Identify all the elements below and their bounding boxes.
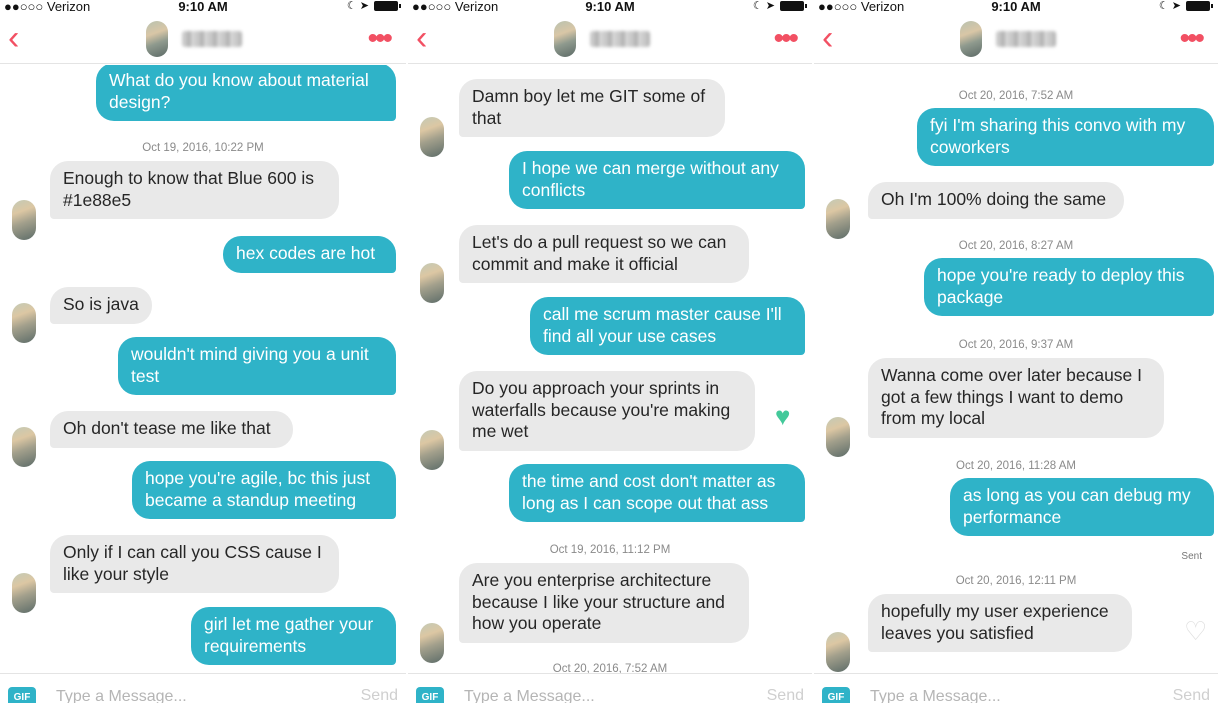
message-timestamp: Oct 19, 2016, 11:12 PM bbox=[549, 544, 671, 556]
outgoing-message-bubble[interactable]: as long as you can debug my performance bbox=[950, 478, 1214, 536]
heart-filled-icon[interactable]: ♥ bbox=[775, 403, 790, 429]
sender-avatar[interactable] bbox=[826, 199, 850, 239]
message-composer: GIF Send bbox=[408, 673, 812, 703]
message-list[interactable]: Oct 20, 2016, 7:52 AM fyi I'm sharing thi… bbox=[814, 65, 1218, 673]
app-root: ●●○○○ Verizon9:10 AM☾ ➤‹Jessica•••What d… bbox=[0, 0, 1218, 703]
incoming-message-bubble[interactable]: hopefully my user experience leaves you … bbox=[868, 594, 1132, 652]
contact-name[interactable]: Jessica bbox=[182, 31, 242, 47]
status-indicators: ☾ ➤ bbox=[346, 0, 401, 12]
outgoing-message-bubble[interactable]: hope you're ready to deploy this package bbox=[924, 258, 1214, 316]
contact-avatar[interactable] bbox=[146, 21, 168, 57]
chat-panel-2: ●●○○○ Verizon9:10 AM☾ ➤‹Jessica•••Damn b… bbox=[406, 0, 812, 703]
incoming-message-bubble[interactable]: Wanna come over later because I got a fe… bbox=[868, 358, 1164, 438]
clock-time: 9:10 AM bbox=[178, 0, 228, 14]
message-timestamp: Oct 20, 2016, 11:28 AM bbox=[956, 460, 1076, 472]
incoming-message-bubble[interactable]: So is java bbox=[50, 287, 152, 324]
incoming-message-bubble[interactable]: Oh I'm 100% doing the same bbox=[868, 182, 1124, 219]
incoming-message-bubble[interactable]: Are you enterprise architecture because … bbox=[459, 563, 749, 643]
sender-avatar[interactable] bbox=[420, 117, 444, 157]
more-dots-icon[interactable]: ••• bbox=[1179, 24, 1204, 54]
gif-button[interactable]: GIF bbox=[822, 687, 850, 703]
clock-time: 9:10 AM bbox=[991, 0, 1041, 14]
message-timestamp: Oct 20, 2016, 7:52 AM bbox=[958, 90, 1074, 102]
outgoing-message-bubble[interactable]: hope you're agile, bc this just became a… bbox=[132, 461, 396, 519]
outgoing-message-bubble[interactable]: wouldn't mind giving you a unit test bbox=[118, 337, 396, 395]
send-button[interactable]: Send bbox=[767, 687, 804, 703]
chat-header: ‹ Jessica ••• bbox=[0, 14, 406, 64]
contact-avatar[interactable] bbox=[960, 21, 982, 57]
message-list[interactable]: What do you know about material design? O… bbox=[0, 65, 406, 673]
chat-panel-3: ●●○○○ Verizon9:10 AM☾ ➤‹Jessica•••Oct 20… bbox=[812, 0, 1218, 703]
sender-avatar[interactable] bbox=[420, 263, 444, 303]
contact-name[interactable]: Jessica bbox=[590, 31, 650, 47]
sender-avatar[interactable] bbox=[12, 427, 36, 467]
location-icon: ☾ ➤ bbox=[752, 0, 775, 12]
outgoing-message-bubble[interactable]: What do you know about material design? bbox=[96, 65, 396, 121]
status-indicators: ☾ ➤ bbox=[1158, 0, 1213, 12]
sender-avatar[interactable] bbox=[12, 200, 36, 240]
battery-icon bbox=[1186, 0, 1213, 11]
message-composer: GIF Send bbox=[814, 673, 1218, 703]
chat-header: ‹ Jessica ••• bbox=[408, 14, 812, 64]
message-input[interactable] bbox=[870, 686, 1130, 703]
outgoing-message-bubble[interactable]: the time and cost don't matter as long a… bbox=[509, 464, 805, 522]
send-button[interactable]: Send bbox=[361, 687, 398, 703]
outgoing-message-bubble[interactable]: fyi I'm sharing this convo with my cowor… bbox=[917, 108, 1214, 166]
message-timestamp: Oct 20, 2016, 9:37 AM bbox=[958, 339, 1074, 351]
back-chevron-icon[interactable]: ‹ bbox=[416, 21, 442, 56]
outgoing-message-bubble[interactable]: I hope we can merge without any conflict… bbox=[509, 151, 805, 209]
heart-outline-icon[interactable]: ♡ bbox=[1184, 618, 1207, 644]
battery-icon bbox=[780, 0, 807, 11]
send-button[interactable]: Send bbox=[1173, 687, 1210, 703]
message-timestamp: Oct 20, 2016, 8:27 AM bbox=[958, 240, 1074, 252]
incoming-message-bubble[interactable]: Oh don't tease me like that bbox=[50, 411, 293, 448]
sender-avatar[interactable] bbox=[420, 623, 444, 663]
clock-time: 9:10 AM bbox=[585, 0, 635, 14]
message-list[interactable]: Damn boy let me GIT some of that I hope w… bbox=[408, 65, 812, 673]
message-input[interactable] bbox=[56, 686, 316, 703]
gif-button[interactable]: GIF bbox=[416, 687, 444, 703]
contact-avatar[interactable] bbox=[554, 21, 576, 57]
incoming-message-bubble[interactable]: Do you approach your sprints in waterfal… bbox=[459, 371, 755, 451]
contact-name[interactable]: Jessica bbox=[996, 31, 1056, 47]
sender-avatar[interactable] bbox=[12, 573, 36, 613]
message-input[interactable] bbox=[464, 686, 724, 703]
status-indicators: ☾ ➤ bbox=[752, 0, 807, 12]
message-composer: GIF Send bbox=[0, 673, 406, 703]
location-icon: ☾ ➤ bbox=[346, 0, 369, 12]
sender-avatar[interactable] bbox=[420, 430, 444, 470]
status-bar: ●●○○○ Verizon 9:10 AM ☾ ➤ bbox=[0, 0, 406, 14]
status-bar: ●●○○○ Verizon 9:10 AM ☾ ➤ bbox=[814, 0, 1218, 14]
message-timestamp: Oct 19, 2016, 10:22 PM bbox=[142, 142, 264, 154]
location-icon: ☾ ➤ bbox=[1158, 0, 1181, 12]
chat-panel-1: ●●○○○ Verizon9:10 AM☾ ➤‹Jessica•••What d… bbox=[0, 0, 406, 703]
outgoing-message-bubble[interactable]: hex codes are hot bbox=[223, 236, 396, 273]
back-chevron-icon[interactable]: ‹ bbox=[822, 21, 848, 56]
message-timestamp: Oct 20, 2016, 12:11 PM bbox=[955, 575, 1077, 587]
incoming-message-bubble[interactable]: Damn boy let me GIT some of that bbox=[459, 79, 725, 137]
delivery-status: Sent bbox=[1181, 551, 1202, 562]
chat-header: ‹ Jessica ••• bbox=[814, 14, 1218, 64]
outgoing-message-bubble[interactable]: call me scrum master cause I'll find all… bbox=[530, 297, 805, 355]
more-dots-icon[interactable]: ••• bbox=[773, 24, 798, 54]
message-timestamp: Oct 20, 2016, 7:52 AM bbox=[552, 663, 668, 673]
incoming-message-bubble[interactable]: Enough to know that Blue 600 is #1e88e5 bbox=[50, 161, 339, 219]
sender-avatar[interactable] bbox=[826, 417, 850, 457]
back-chevron-icon[interactable]: ‹ bbox=[8, 21, 34, 56]
incoming-message-bubble[interactable]: Only if I can call you CSS cause I like … bbox=[50, 535, 339, 593]
outgoing-message-bubble[interactable]: girl let me gather your requirements bbox=[191, 607, 396, 665]
status-bar: ●●○○○ Verizon 9:10 AM ☾ ➤ bbox=[408, 0, 812, 14]
incoming-message-bubble[interactable]: Let's do a pull request so we can commit… bbox=[459, 225, 749, 283]
sender-avatar[interactable] bbox=[12, 303, 36, 343]
battery-icon bbox=[374, 0, 401, 11]
gif-button[interactable]: GIF bbox=[8, 687, 36, 703]
more-dots-icon[interactable]: ••• bbox=[367, 24, 392, 54]
sender-avatar[interactable] bbox=[826, 632, 850, 672]
